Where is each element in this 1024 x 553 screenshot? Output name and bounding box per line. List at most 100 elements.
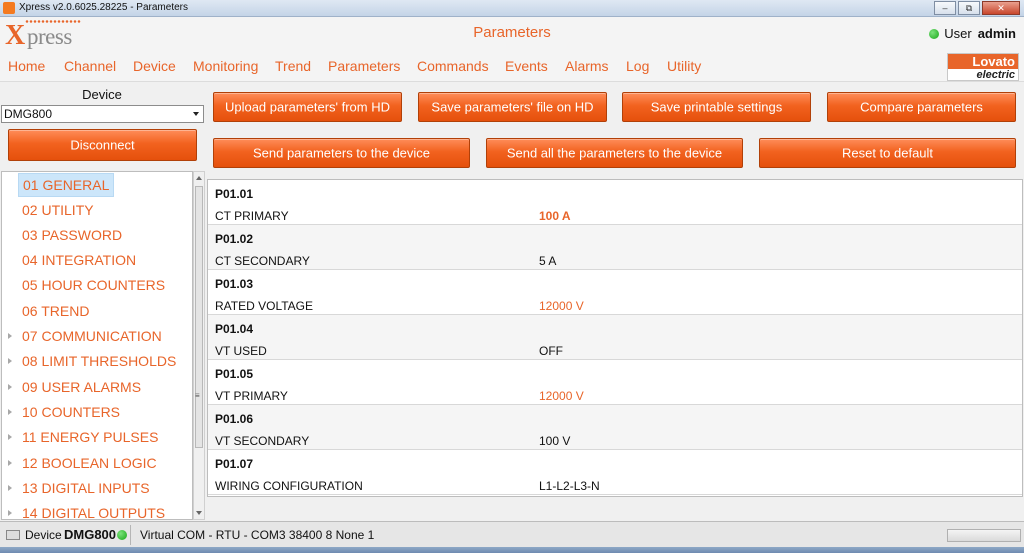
status-device-label: Device — [25, 528, 62, 542]
menu-monitoring[interactable]: Monitoring — [193, 58, 258, 74]
tree-item-password[interactable]: 03 PASSWORD — [2, 223, 192, 247]
app-icon — [3, 2, 15, 14]
tree-item-limit-thresholds[interactable]: 08 LIMIT THRESHOLDS — [2, 349, 192, 373]
reset-to-default-button[interactable]: Reset to default — [759, 138, 1016, 168]
window-controls: – ⧉ ✕ — [932, 1, 1020, 15]
parameter-value[interactable]: L1-L2-L3-N — [539, 479, 600, 493]
expand-arrow-icon[interactable] — [8, 409, 12, 415]
menu-log[interactable]: Log — [626, 58, 649, 74]
parameter-value[interactable]: 5 A — [539, 254, 556, 268]
tree-item-label: 09 USER ALARMS — [22, 379, 142, 395]
menu-device[interactable]: Device — [133, 58, 176, 74]
menu-utility[interactable]: Utility — [667, 58, 701, 74]
tree-scrollbar[interactable] — [193, 171, 205, 520]
parameter-value[interactable]: OFF — [539, 344, 563, 358]
parameter-name: VT USED — [215, 344, 267, 358]
parameter-row[interactable]: P01.02 CT SECONDARY 5 A — [208, 225, 1022, 270]
parameter-code: P01.01 — [215, 187, 254, 201]
splitter-grip-icon[interactable]: ≡ — [195, 391, 200, 400]
sidebar: Device DMG800 Disconnect 01 GENERAL 02 U… — [0, 83, 206, 520]
expand-arrow-icon[interactable] — [8, 485, 12, 491]
tree-item-digital-inputs[interactable]: 13 DIGITAL INPUTS — [2, 476, 192, 500]
tree-item-hour-counters[interactable]: 05 HOUR COUNTERS — [2, 273, 192, 297]
window-title: Xpress v2.0.6025.28225 - Parameters — [19, 2, 188, 13]
expand-arrow-icon[interactable] — [8, 358, 12, 364]
lovato-logo-top: Lovato — [948, 54, 1018, 69]
parameter-row[interactable]: P01.07 WIRING CONFIGURATION L1-L2-L3-N — [208, 450, 1022, 495]
send-parameters-button[interactable]: Send parameters to the device — [213, 138, 470, 168]
tree-item-label: 06 TREND — [22, 303, 90, 319]
tree-item-label: 08 LIMIT THRESHOLDS — [22, 353, 177, 369]
status-device-name: DMG800 — [64, 527, 117, 542]
button-label: Send all the parameters to the device — [506, 145, 723, 161]
compare-parameters-button[interactable]: Compare parameters — [827, 92, 1016, 122]
tree-item-user-alarms[interactable]: 09 USER ALARMS — [2, 375, 192, 399]
expand-arrow-icon[interactable] — [8, 460, 12, 466]
button-label: Save parameters' file on HD — [431, 99, 594, 115]
button-label: Compare parameters — [860, 99, 983, 115]
tree-item-utility[interactable]: 02 UTILITY — [2, 198, 192, 222]
scrollbar-thumb[interactable] — [195, 186, 203, 448]
parameter-row[interactable]: P01.06 VT SECONDARY 100 V — [208, 405, 1022, 450]
parameter-row[interactable]: P01.01 CT PRIMARY 100 A — [208, 180, 1022, 225]
tree-item-trend[interactable]: 06 TREND — [2, 299, 192, 323]
tree-item-boolean-logic[interactable]: 12 BOOLEAN LOGIC — [2, 451, 192, 475]
expand-arrow-icon[interactable] — [8, 434, 12, 440]
tree-item-integration[interactable]: 04 INTEGRATION — [2, 248, 192, 272]
disconnect-button[interactable]: Disconnect — [8, 129, 197, 161]
tree-item-communication[interactable]: 07 COMMUNICATION — [2, 324, 192, 348]
tree-item-label: 07 COMMUNICATION — [22, 328, 162, 344]
menu-home[interactable]: Home — [8, 58, 45, 74]
parameter-value[interactable]: 12000 V — [539, 389, 584, 403]
button-label: Send parameters to the device — [252, 145, 431, 161]
parameter-value[interactable]: 100 A — [539, 209, 571, 223]
close-button[interactable]: ✕ — [982, 1, 1020, 15]
connection-status-icon — [117, 530, 127, 540]
parameter-value[interactable]: 100 V — [539, 434, 570, 448]
expand-arrow-icon[interactable] — [8, 384, 12, 390]
menu-commands[interactable]: Commands — [417, 58, 489, 74]
button-label: Reset to default — [841, 145, 934, 161]
restore-button[interactable]: ⧉ — [958, 1, 980, 15]
expand-arrow-icon[interactable] — [8, 510, 12, 516]
tree-item-label: 10 COUNTERS — [22, 404, 121, 420]
menu-alarms[interactable]: Alarms — [565, 58, 609, 74]
lovato-logo: Lovato electric — [947, 53, 1019, 81]
device-select[interactable]: DMG800 — [1, 105, 204, 123]
parameter-row[interactable]: P01.03 RATED VOLTAGE 12000 V — [208, 270, 1022, 315]
tree-item-energy-pulses[interactable]: 11 ENERGY PULSES — [2, 425, 192, 449]
disconnect-button-label: Disconnect — [70, 137, 135, 153]
parameter-name: CT PRIMARY — [215, 209, 289, 223]
save-parameters-file-button[interactable]: Save parameters' file on HD — [418, 92, 607, 122]
menu-trend[interactable]: Trend — [275, 58, 311, 74]
menu-parameters[interactable]: Parameters — [328, 58, 400, 74]
parameter-row[interactable]: P01.05 VT PRIMARY 12000 V — [208, 360, 1022, 405]
expand-arrow-icon[interactable] — [8, 333, 12, 339]
scroll-down-icon[interactable] — [196, 511, 202, 515]
parameter-value[interactable]: 12000 V — [539, 299, 584, 313]
parameter-row[interactable]: P01.04 VT USED OFF — [208, 315, 1022, 360]
save-printable-settings-button[interactable]: Save printable settings — [622, 92, 811, 122]
tree-item-counters[interactable]: 10 COUNTERS — [2, 400, 192, 424]
status-separator — [130, 525, 131, 545]
tree-item-general[interactable]: 01 GENERAL — [2, 173, 192, 197]
parameter-name: RATED VOLTAGE — [215, 299, 314, 313]
menu-events[interactable]: Events — [505, 58, 548, 74]
scroll-up-icon[interactable] — [196, 176, 202, 180]
minimize-button[interactable]: – — [934, 1, 956, 15]
upload-parameters-button[interactable]: Upload parameters' from HD — [213, 92, 402, 122]
menu-channel[interactable]: Channel — [64, 58, 116, 74]
parameter-name: VT SECONDARY — [215, 434, 310, 448]
tree-item-label: 05 HOUR COUNTERS — [22, 277, 166, 293]
user-info: User admin — [929, 26, 1016, 41]
parameter-code: P01.02 — [215, 232, 254, 246]
tree-item-label: 11 ENERGY PULSES — [22, 429, 159, 445]
tree-item-label: 01 GENERAL — [18, 173, 115, 197]
tree-item-label: 13 DIGITAL INPUTS — [22, 480, 150, 496]
send-all-parameters-button[interactable]: Send all the parameters to the device — [486, 138, 743, 168]
tree-item-digital-outputs[interactable]: 14 DIGITAL OUTPUTS — [2, 501, 192, 520]
window-titlebar: Xpress v2.0.6025.28225 - Parameters – ⧉ … — [0, 0, 1024, 17]
tree-item-label: 14 DIGITAL OUTPUTS — [22, 505, 166, 520]
parameter-code: P01.03 — [215, 277, 254, 291]
app-header: X press Parameters User admin — [0, 17, 1024, 52]
